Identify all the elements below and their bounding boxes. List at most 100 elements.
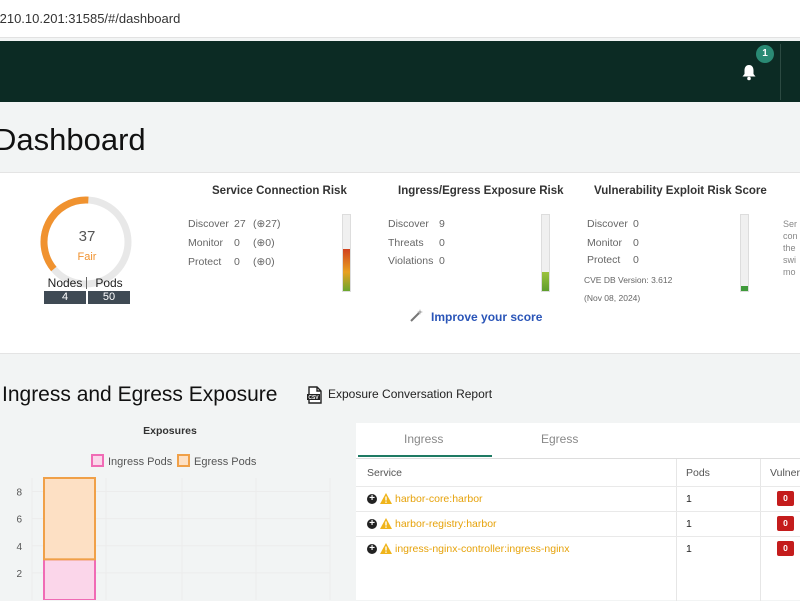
url-text[interactable]: .210.10.201:31585/#/dashboard bbox=[0, 11, 180, 26]
pods-count: 1 bbox=[686, 543, 692, 555]
row-label: Protect bbox=[587, 254, 621, 266]
ingress-egress-risk-title: Ingress/Egress Exposure Risk bbox=[398, 185, 564, 197]
side-text-4: swi bbox=[783, 255, 796, 265]
top-app-bar bbox=[0, 41, 800, 102]
row-value: 9 bbox=[439, 218, 445, 230]
ingress-egress-row-violations: Violations 0 bbox=[388, 255, 445, 267]
service-name[interactable]: ingress-nginx-controller:ingress-nginx bbox=[395, 543, 570, 555]
vulnerability-risk-title: Vulnerability Exploit Risk Score bbox=[594, 185, 767, 197]
active-tab-indicator bbox=[358, 455, 492, 457]
y-tick-label: 8 bbox=[16, 488, 22, 499]
browser-url-bar[interactable]: .210.10.201:31585/#/dashboard bbox=[0, 0, 800, 38]
warning-icon bbox=[380, 518, 392, 529]
table-row[interactable]: + ingress-nginx-controller:ingress-nginx… bbox=[356, 536, 800, 561]
pods-value: 50 bbox=[88, 291, 130, 304]
svg-text:CSV: CSV bbox=[308, 395, 319, 401]
service-name[interactable]: harbor-core:harbor bbox=[395, 493, 483, 505]
tab-egress[interactable]: Egress bbox=[541, 432, 578, 446]
side-text-5: mo bbox=[783, 267, 796, 277]
nodes-value: 4 bbox=[44, 291, 86, 304]
row-extra: (⊕0) bbox=[253, 237, 275, 249]
y-tick-label: 2 bbox=[16, 569, 22, 580]
legend-swatch-ingress bbox=[91, 454, 104, 467]
vulnerability-row-monitor: Monitor 0 bbox=[587, 237, 639, 249]
legend-label-egress: Egress Pods bbox=[194, 456, 257, 468]
nodes-count: Nodes 4 bbox=[44, 276, 86, 304]
row-extra: (⊕27) bbox=[253, 218, 281, 230]
pods-count: 1 bbox=[686, 493, 692, 505]
exposure-report-link[interactable]: Exposure Conversation Report bbox=[328, 387, 492, 401]
magic-wand-icon bbox=[410, 309, 423, 322]
row-value: 0 bbox=[633, 237, 639, 249]
topbar-divider bbox=[780, 44, 781, 100]
risk-score-rating: Fair bbox=[77, 251, 97, 263]
vulnerability-meter bbox=[740, 214, 749, 292]
ingress-egress-meter-fill bbox=[542, 272, 549, 291]
side-text-3: the bbox=[783, 243, 796, 253]
warning-icon bbox=[380, 543, 392, 554]
row-value: 0 bbox=[439, 255, 445, 267]
exposure-section-title: Ingress and Egress Exposure bbox=[2, 383, 278, 406]
service-name[interactable]: harbor-registry:harbor bbox=[395, 518, 497, 530]
page-title: Dashboard bbox=[0, 122, 146, 157]
vulnerability-badge: 0 bbox=[777, 541, 794, 556]
notification-badge: 1 bbox=[756, 45, 774, 63]
legend-egress[interactable]: Egress Pods bbox=[177, 454, 256, 468]
bar-egress bbox=[43, 477, 96, 561]
vulnerability-row-discover: Discover 0 bbox=[587, 218, 639, 230]
row-value: 0 bbox=[439, 237, 445, 249]
row-label: Discover bbox=[587, 218, 628, 230]
legend-swatch-egress bbox=[177, 454, 190, 467]
cve-db-version: CVE DB Version: 3.612 bbox=[584, 275, 673, 285]
table-row[interactable]: + harbor-core:harbor 1 0 bbox=[356, 486, 800, 511]
table-row[interactable]: + harbor-registry:harbor 1 0 bbox=[356, 511, 800, 536]
ingress-egress-row-threats: Threats 0 bbox=[388, 237, 445, 249]
row-value: 0 bbox=[234, 237, 240, 249]
legend-ingress[interactable]: Ingress Pods bbox=[91, 454, 172, 468]
tab-ingress[interactable]: Ingress bbox=[404, 432, 443, 446]
side-text-1: Ser bbox=[783, 219, 798, 229]
vulnerability-badge: 0 bbox=[777, 516, 794, 531]
pods-count: 1 bbox=[686, 518, 692, 530]
service-connection-row-discover: Discover 27 (⊕27) bbox=[188, 218, 280, 230]
expand-icon[interactable]: + bbox=[367, 494, 377, 504]
exposure-tabs: Ingress Egress bbox=[356, 423, 800, 458]
row-value: 0 bbox=[633, 254, 639, 266]
expand-icon[interactable]: + bbox=[367, 544, 377, 554]
row-label: Monitor bbox=[587, 237, 623, 249]
y-tick-label: 4 bbox=[16, 542, 22, 553]
row-value: 0 bbox=[234, 256, 240, 268]
service-connection-row-monitor: Monitor 0 (⊕0) bbox=[188, 237, 275, 249]
legend-label-ingress: Ingress Pods bbox=[108, 456, 173, 468]
cve-db-date: (Nov 08, 2024) bbox=[584, 293, 641, 303]
exposure-table: Service Pods Vulner + harbor-core:harbor… bbox=[356, 458, 800, 601]
vulnerability-badge: 0 bbox=[777, 491, 794, 506]
row-label: Threats bbox=[388, 237, 424, 249]
nodepod-separator bbox=[86, 277, 87, 289]
column-header-vulnerabilities[interactable]: Vulner bbox=[770, 467, 800, 479]
risk-score-value: 37 bbox=[78, 228, 96, 245]
service-connection-meter-fill bbox=[343, 249, 350, 291]
bar-ingress bbox=[43, 558, 96, 600]
chart-title: Exposures bbox=[143, 425, 197, 437]
ingress-egress-row-discover: Discover 9 bbox=[388, 218, 445, 230]
service-connection-row-protect: Protect 0 (⊕0) bbox=[188, 256, 275, 268]
column-header-pods[interactable]: Pods bbox=[686, 467, 710, 479]
warning-icon bbox=[380, 493, 392, 504]
expand-icon[interactable]: + bbox=[367, 519, 377, 529]
csv-file-icon[interactable]: CSV bbox=[306, 386, 324, 404]
row-label: Discover bbox=[388, 218, 429, 230]
vulnerability-row-protect: Protect 0 bbox=[587, 254, 639, 266]
row-label: Monitor bbox=[188, 237, 224, 249]
row-label: Violations bbox=[388, 255, 434, 267]
row-extra: (⊕0) bbox=[253, 256, 275, 268]
y-tick-label: 6 bbox=[16, 515, 22, 526]
pods-label: Pods bbox=[95, 276, 123, 290]
nodes-label: Nodes bbox=[47, 276, 83, 290]
vulnerability-meter-fill bbox=[741, 286, 748, 291]
pods-count: Pods 50 bbox=[88, 276, 130, 304]
bell-icon[interactable] bbox=[740, 63, 758, 81]
service-connection-meter bbox=[342, 214, 351, 292]
column-header-service[interactable]: Service bbox=[367, 467, 402, 479]
improve-score-label[interactable]: Improve your score bbox=[431, 310, 542, 324]
